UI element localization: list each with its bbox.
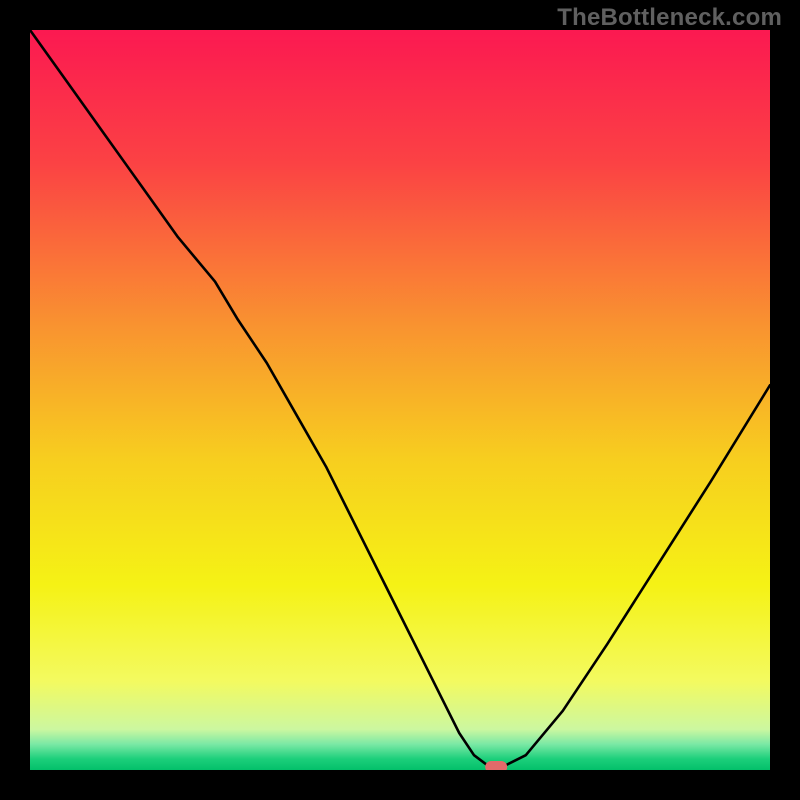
minimum-marker <box>485 761 507 770</box>
chart-container: TheBottleneck.com <box>0 0 800 800</box>
watermark-text: TheBottleneck.com <box>557 4 782 32</box>
chart-svg <box>30 30 770 770</box>
gradient-background <box>30 30 770 770</box>
plot-area <box>30 30 770 770</box>
